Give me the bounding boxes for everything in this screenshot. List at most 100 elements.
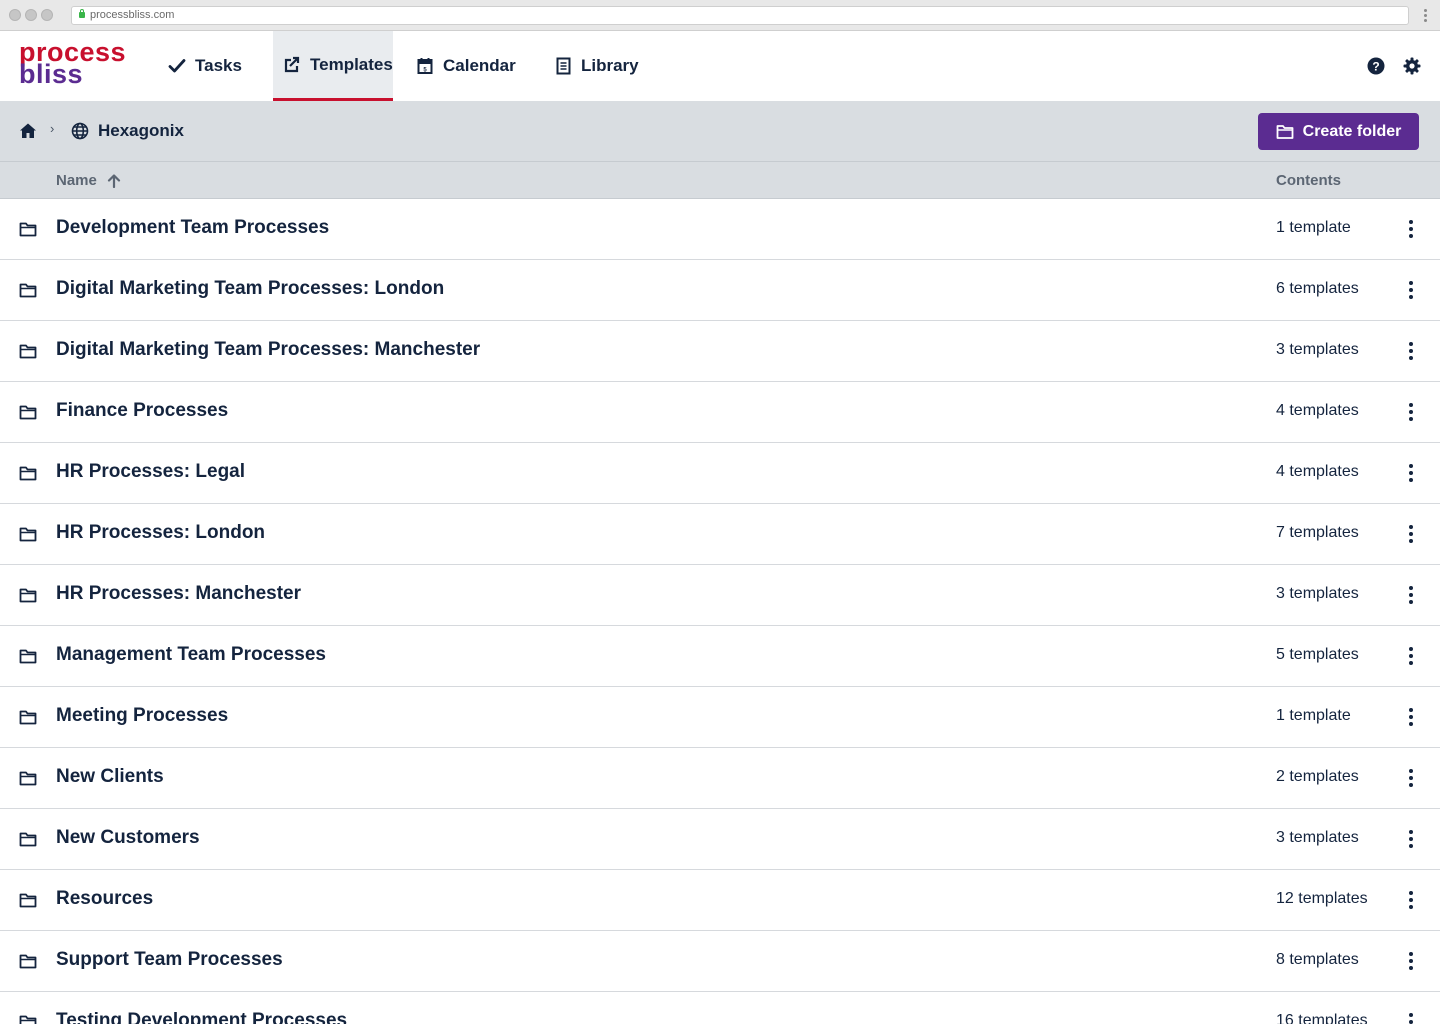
folder-contents-count: 4 templates [1276,463,1359,480]
table-row[interactable]: Finance Processes 4 templates [0,382,1440,443]
folder-name[interactable]: Meeting Processes [56,705,228,727]
folder-name[interactable]: HR Processes: Manchester [56,583,301,605]
window-close-dot[interactable] [9,9,21,21]
breadcrumb: › Hexagonix Create folder [0,101,1440,162]
nav-item-templates[interactable]: Templates [273,31,393,101]
address-bar[interactable]: processbliss.com [71,6,1409,25]
help-icon[interactable]: ? [1367,57,1385,75]
window-minimize-dot[interactable] [25,9,37,21]
nav-item-library[interactable]: Library [545,31,645,101]
column-header-contents[interactable]: Contents [1276,172,1341,189]
folder-contents-count: 3 templates [1276,341,1359,358]
folder-icon [19,771,37,786]
more-options-icon[interactable] [1401,340,1421,362]
folder-icon [19,893,37,908]
table-row[interactable]: Testing Development Processes 16 template… [0,992,1440,1024]
folder-name[interactable]: Digital Marketing Team Processes: London [56,278,444,300]
more-options-icon[interactable] [1401,767,1421,789]
folder-icon [19,649,37,664]
nav-item-tasks[interactable]: Tasks [159,31,259,101]
folder-icon [19,710,37,725]
more-options-icon[interactable] [1401,401,1421,423]
browser-menu-icon[interactable] [1420,7,1430,24]
more-options-icon[interactable] [1401,1011,1421,1024]
folder-contents-count: 3 templates [1276,585,1359,602]
folder-name[interactable]: Finance Processes [56,400,228,422]
more-options-icon[interactable] [1401,218,1421,240]
more-options-icon[interactable] [1401,523,1421,545]
folder-icon [1276,124,1294,140]
nav-item-calendar[interactable]: 5 Calendar [407,31,522,101]
table-row[interactable]: Resources 12 templates [0,870,1440,931]
processbliss-logo[interactable]: process bliss [19,39,129,91]
create-folder-button[interactable]: Create folder [1258,113,1419,150]
table-header: Name Contents [0,162,1440,199]
gear-icon[interactable] [1403,57,1421,75]
folder-name[interactable]: New Customers [56,827,200,849]
table-row[interactable]: Management Team Processes 5 templates [0,626,1440,687]
create-folder-label: Create folder [1302,122,1402,140]
more-options-icon[interactable] [1401,279,1421,301]
table-row[interactable]: HR Processes: Manchester 3 templates [0,565,1440,626]
check-icon [168,57,186,75]
folder-contents-count: 3 templates [1276,829,1359,846]
address-bar-url: processbliss.com [90,9,175,21]
table-row[interactable]: Meeting Processes 1 template [0,687,1440,748]
nav-item-label: Tasks [195,56,242,75]
more-options-icon[interactable] [1401,462,1421,484]
folder-name[interactable]: New Clients [56,766,164,788]
table-row[interactable]: Digital Marketing Team Processes: London… [0,260,1440,321]
folder-icon [19,222,37,237]
folder-name[interactable]: Development Team Processes [56,217,329,239]
folder-icon [19,588,37,603]
more-options-icon[interactable] [1401,889,1421,911]
home-icon[interactable] [19,122,37,140]
template-export-icon [283,56,301,74]
folder-name[interactable]: Management Team Processes [56,644,326,666]
more-options-icon[interactable] [1401,706,1421,728]
globe-icon [71,122,89,140]
window-maximize-dot[interactable] [41,9,53,21]
calendar-icon: 5 [416,57,434,75]
folder-contents-count: 1 template [1276,707,1351,724]
lock-icon [79,9,85,18]
folder-contents-count: 12 templates [1276,890,1368,907]
folder-name[interactable]: Resources [56,888,153,910]
folder-contents-count: 7 templates [1276,524,1359,541]
folder-icon [19,466,37,481]
breadcrumb-separator: › [50,121,55,136]
sort-ascending-icon[interactable] [107,173,121,188]
folder-icon [19,832,37,847]
table-row[interactable]: Support Team Processes 8 templates [0,931,1440,992]
folder-contents-count: 8 templates [1276,951,1359,968]
table-row[interactable]: HR Processes: Legal 4 templates [0,443,1440,504]
folder-name[interactable]: HR Processes: Legal [56,461,245,483]
nav-item-label: Library [581,56,639,75]
folder-name[interactable]: HR Processes: London [56,522,265,544]
folder-list: Development Team Processes 1 template Digi… [0,199,1440,1024]
table-row[interactable]: New Customers 3 templates [0,809,1440,870]
nav-item-label: Calendar [443,56,516,75]
folder-icon [19,1015,37,1024]
folder-icon [19,954,37,969]
breadcrumb-current[interactable]: Hexagonix [98,121,184,141]
table-row[interactable]: Digital Marketing Team Processes: Manche… [0,321,1440,382]
svg-text:?: ? [1372,60,1379,74]
more-options-icon[interactable] [1401,828,1421,850]
folder-name[interactable]: Digital Marketing Team Processes: Manche… [56,339,480,361]
table-row[interactable]: HR Processes: London 7 templates [0,504,1440,565]
column-header-name[interactable]: Name [56,172,121,189]
folder-icon [19,527,37,542]
more-options-icon[interactable] [1401,645,1421,667]
folder-icon [19,405,37,420]
more-options-icon[interactable] [1401,584,1421,606]
more-options-icon[interactable] [1401,950,1421,972]
folder-contents-count: 2 templates [1276,768,1359,785]
table-row[interactable]: New Clients 2 templates [0,748,1440,809]
folder-contents-count: 16 templates [1276,1012,1368,1024]
document-icon [554,57,572,75]
table-row[interactable]: Development Team Processes 1 template [0,199,1440,260]
folder-name[interactable]: Testing Development Processes [56,1010,347,1024]
top-nav: process bliss Tasks Templates 5 Calendar… [0,31,1440,101]
folder-name[interactable]: Support Team Processes [56,949,283,971]
